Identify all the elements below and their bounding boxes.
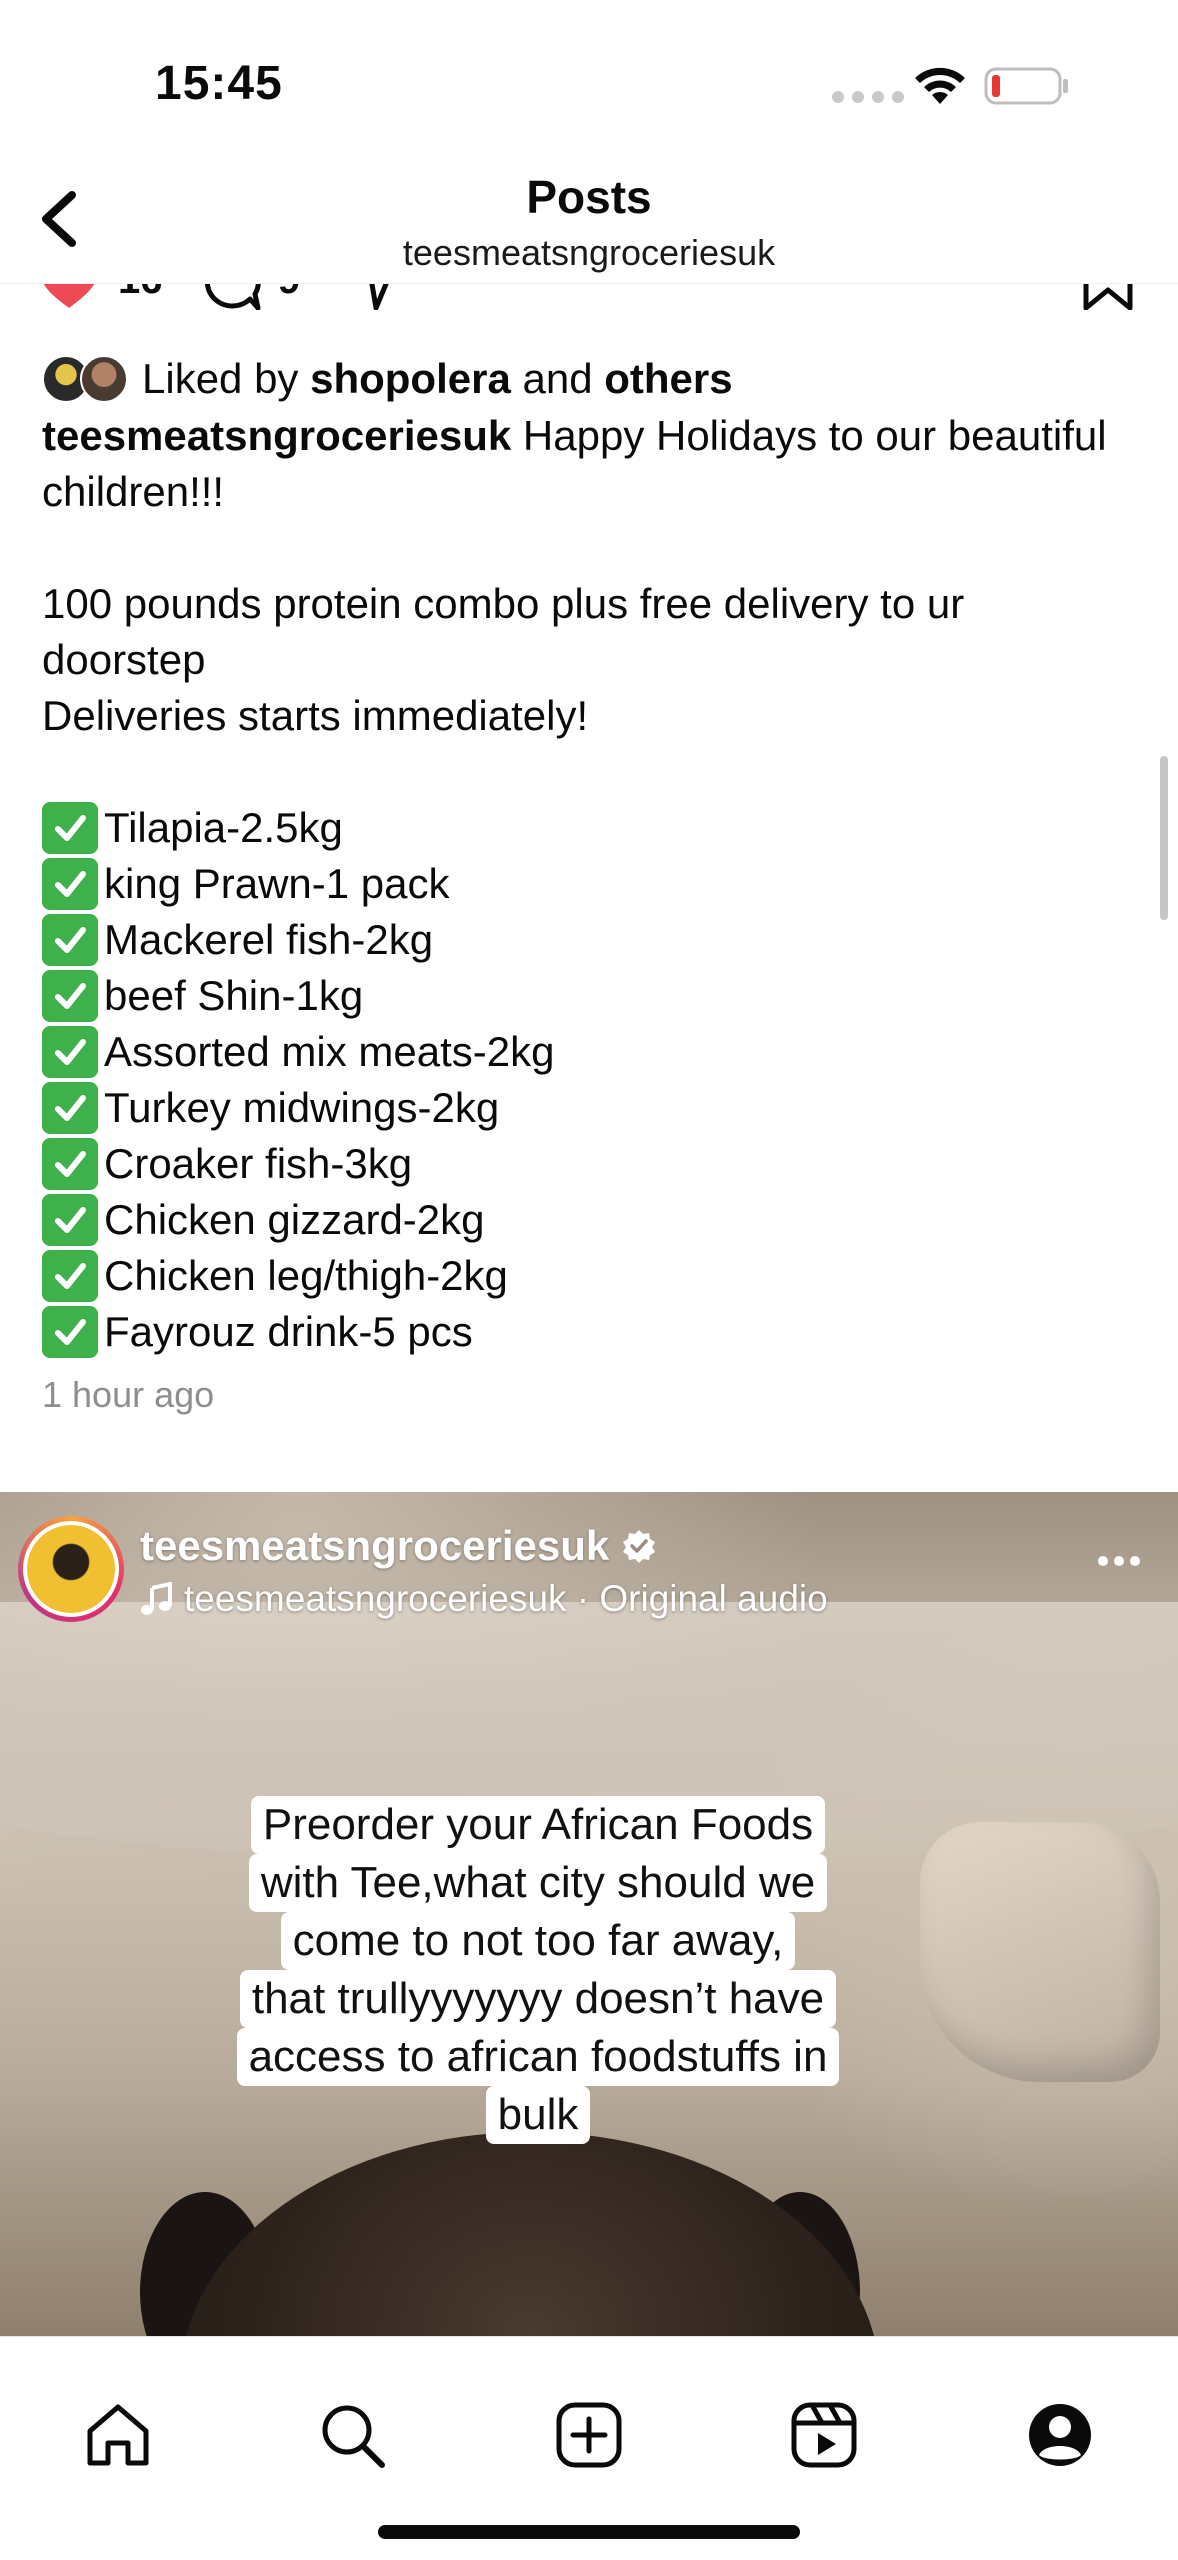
check-mark-icon bbox=[42, 970, 98, 1022]
list-item: king Prawn-1 pack bbox=[42, 856, 1142, 912]
list-item: Fayrouz drink-5 pcs bbox=[42, 1304, 1142, 1360]
list-item-label: Chicken gizzard-2kg bbox=[104, 1196, 485, 1243]
list-item: Chicken leg/thigh-2kg bbox=[42, 1248, 1142, 1304]
reels-icon bbox=[791, 2402, 857, 2468]
check-mark-icon bbox=[42, 1194, 98, 1246]
nav-search[interactable] bbox=[314, 2397, 390, 2473]
reel-text-line: that trullyyyyyyy doesn’t have bbox=[239, 1970, 837, 2028]
home-icon bbox=[87, 2404, 149, 2466]
list-item-label: Tilapia-2.5kg bbox=[104, 804, 343, 851]
reel-audio-row[interactable]: teesmeatsngroceriesuk · Original audio bbox=[140, 1578, 828, 1620]
post-caption-area: Liked by shopolera and others teesmeatsn… bbox=[42, 350, 1142, 1420]
reel-author-row[interactable]: teesmeatsngroceriesuk bbox=[140, 1522, 657, 1570]
list-item: Mackerel fish-2kg bbox=[42, 912, 1142, 968]
scrollbar[interactable] bbox=[1160, 756, 1168, 920]
reel-username[interactable]: teesmeatsngroceriesuk bbox=[140, 1522, 609, 1570]
list-item-label: Mackerel fish-2kg bbox=[104, 916, 434, 963]
status-bar: 15:45 bbox=[0, 0, 1178, 150]
check-mark-icon bbox=[42, 914, 98, 966]
bottom-navigation-bar bbox=[0, 2336, 1178, 2560]
status-time: 15:45 bbox=[155, 57, 283, 110]
liked-by-prefix: Liked by bbox=[142, 355, 299, 402]
caption-author[interactable]: teesmeatsngroceriesuk bbox=[42, 412, 511, 459]
post-timestamp: 1 hour ago bbox=[42, 1374, 215, 1415]
liked-by-avatars bbox=[42, 353, 132, 405]
create-icon bbox=[556, 2402, 622, 2468]
home-indicator[interactable] bbox=[378, 2525, 800, 2539]
posts-header: Posts teesmeatsngroceriesuk bbox=[0, 150, 1178, 284]
reel-text-overlay: Preorder your African Foods with Tee,what… bbox=[178, 1796, 898, 2144]
caption-line: Deliveries starts immediately! bbox=[42, 692, 589, 739]
list-item: Chicken gizzard-2kg bbox=[42, 1192, 1142, 1248]
liked-by-others[interactable]: others bbox=[604, 355, 732, 403]
music-note-icon bbox=[141, 1582, 172, 1615]
list-item-label: Fayrouz drink-5 pcs bbox=[104, 1308, 473, 1355]
nav-profile[interactable] bbox=[1022, 2397, 1098, 2473]
search-icon bbox=[322, 2405, 385, 2468]
list-item: beef Shin-1kg bbox=[42, 968, 1142, 1024]
battery-icon bbox=[984, 67, 1068, 105]
page-subtitle-username[interactable]: teesmeatsngroceriesuk bbox=[0, 232, 1178, 274]
liked-by-user[interactable]: shopolera bbox=[310, 355, 511, 403]
check-mark-icon bbox=[42, 1082, 98, 1134]
profile-icon bbox=[1029, 2404, 1091, 2466]
reel-text-line: access to african foodstuffs in bbox=[236, 2028, 840, 2086]
list-item: Turkey midwings-2kg bbox=[42, 1080, 1142, 1136]
more-options-icon[interactable] bbox=[1096, 1554, 1142, 1568]
list-item-label: king Prawn-1 pack bbox=[104, 860, 450, 907]
check-mark-icon bbox=[42, 1306, 98, 1358]
list-item: Tilapia-2.5kg bbox=[42, 800, 1142, 856]
check-mark-icon bbox=[42, 1138, 98, 1190]
reel-audio-label: teesmeatsngroceriesuk · Original audio bbox=[184, 1578, 828, 1619]
list-item-label: Chicken leg/thigh-2kg bbox=[104, 1252, 508, 1299]
check-mark-icon bbox=[42, 1026, 98, 1078]
liked-by-and: and bbox=[522, 355, 593, 402]
check-mark-icon bbox=[42, 1250, 98, 1302]
cellular-signal-icon bbox=[832, 91, 904, 103]
list-item-label: beef Shin-1kg bbox=[104, 972, 364, 1019]
nav-home[interactable] bbox=[80, 2397, 156, 2473]
reel-text-line: come to not too far away, bbox=[280, 1912, 796, 1970]
caption-line: 100 pounds protein combo plus free deliv… bbox=[42, 580, 965, 627]
check-mark-icon bbox=[42, 858, 98, 910]
list-item: Croaker fish-3kg bbox=[42, 1136, 1142, 1192]
caption-line: doorstep bbox=[42, 636, 206, 683]
nav-reels[interactable] bbox=[786, 2397, 862, 2473]
reel-text-line: with Tee,what city should we bbox=[248, 1854, 828, 1912]
product-checklist: Tilapia-2.5kg king Prawn-1 pack Mackerel f… bbox=[42, 800, 1142, 1360]
list-item-label: Croaker fish-3kg bbox=[104, 1140, 413, 1187]
reel-post[interactable]: teesmeatsngroceriesuk teesmeatsngrocerie… bbox=[0, 1492, 1178, 2336]
verified-badge-icon bbox=[623, 1530, 656, 1563]
liked-by-row[interactable]: Liked by shopolera and others bbox=[42, 350, 1142, 408]
reel-author-avatar[interactable] bbox=[18, 1516, 124, 1622]
post-caption: teesmeatsngroceriesuk Happy Holidays to … bbox=[42, 408, 1142, 800]
list-item: Assorted mix meats-2kg bbox=[42, 1024, 1142, 1080]
page-title: Posts bbox=[526, 171, 652, 223]
avatar bbox=[80, 355, 128, 403]
list-item-label: Turkey midwings-2kg bbox=[104, 1084, 500, 1131]
reel-text-line: Preorder your African Foods bbox=[250, 1796, 826, 1854]
nav-create[interactable] bbox=[551, 2397, 627, 2473]
list-item-label: Assorted mix meats-2kg bbox=[104, 1028, 555, 1075]
reel-text-line: bulk bbox=[485, 2086, 591, 2144]
wifi-icon bbox=[915, 67, 965, 104]
check-mark-icon bbox=[42, 802, 98, 854]
